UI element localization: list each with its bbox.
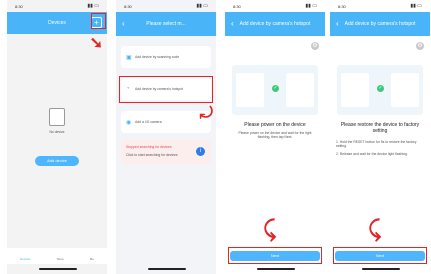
battery-icon: ▮▮ ▭ (410, 3, 422, 9)
device-left (236, 73, 264, 107)
home-indicator (257, 268, 295, 270)
empty-label: No device (49, 130, 65, 134)
header: ‹ Add device by camera's hotspot (225, 12, 325, 36)
instruction-line-2: 2. Release and wait for the device light… (336, 152, 408, 156)
arrow-down-icon: ⤹ (263, 216, 277, 241)
gear-icon[interactable]: ⚙ (311, 42, 319, 50)
info-icon: i (196, 147, 205, 156)
page-heading: Please restore the device to factory set… (340, 122, 420, 134)
illustration: ✓ (337, 65, 423, 115)
search-status-hint: Click to start searching for devices (126, 153, 178, 157)
search-status[interactable]: Stopped searching for devices Click to s… (121, 140, 211, 164)
empty-device-icon (49, 108, 65, 126)
page-title: Add device by camera's hotspot (239, 21, 311, 27)
option-4g[interactable]: ◉ Add a 4G camera (121, 111, 211, 133)
hotspot-highlight (119, 76, 213, 103)
illustration: ✓ (232, 65, 318, 115)
back-icon[interactable]: ‹ (231, 12, 234, 36)
status-time: 8:30 (233, 4, 241, 9)
search-status-title: Stopped searching for devices (126, 145, 172, 149)
tab-store[interactable]: Store (57, 248, 64, 264)
option-label: Add device by scanning code (135, 55, 180, 59)
page-title: Please select m... (146, 21, 186, 27)
phone-factory-reset: 8:30 ▮▮ ▭ ‹ Add device by camera's hotspo… (330, 0, 430, 274)
instruction-line-1: 1. Hold the RESET button for 5s to resto… (336, 140, 417, 148)
back-icon[interactable]: ‹ (122, 12, 125, 36)
battery-icon: ▮▮ ▭ (196, 3, 208, 9)
plus-highlight (91, 13, 106, 29)
qr-icon: ▣ (126, 55, 132, 61)
check-icon: ✓ (377, 85, 384, 92)
page-title: Devices (48, 20, 66, 26)
status-time: 8:30 (124, 4, 132, 9)
gear-icon[interactable]: ⚙ (416, 42, 424, 50)
device-left (341, 73, 369, 107)
add-device-button[interactable]: Add device (35, 156, 79, 166)
home-indicator (362, 268, 400, 270)
home-indicator (148, 268, 186, 270)
phone-power-on: 8:30 ▮▮ ▭ ‹ Add device by camera's hotspo… (225, 0, 325, 274)
header: ‹ Please select m... (116, 12, 216, 36)
status-time: 8:30 (15, 4, 23, 9)
tab-devices[interactable]: Devices (20, 248, 31, 264)
status-time: 8:30 (338, 4, 346, 9)
home-indicator (39, 268, 77, 270)
instruction-text: Please power on the device and wait for … (238, 131, 312, 139)
phone-devices: 8:30 ▮▮ ▭ Devices + ➘ No device Add devic… (7, 0, 107, 274)
battery-icon: ▮▮ ▭ (305, 3, 317, 9)
phone-select-method: 8:30 ▮▮ ▭ ‹ Please select m... ▣ Add devi… (116, 0, 216, 274)
camera-icon: ◉ (126, 120, 132, 126)
check-icon: ✓ (272, 85, 279, 92)
option-scan-code[interactable]: ▣ Add device by scanning code (121, 46, 211, 68)
device-right (391, 73, 419, 107)
arrow-down-icon: ➘ (89, 35, 103, 52)
next-highlight (228, 247, 322, 264)
arrow-down-icon: ⤹ (368, 216, 382, 241)
next-highlight (333, 247, 427, 264)
back-icon[interactable]: ‹ (336, 12, 339, 36)
page-title: Add device by camera's hotspot (344, 21, 416, 27)
tab-me[interactable]: Me (90, 248, 94, 264)
page-heading: Please power on the device (244, 122, 306, 128)
device-right (286, 73, 314, 107)
tab-bar: Devices Store Me (7, 248, 107, 264)
header: ‹ Add device by camera's hotspot (330, 12, 430, 36)
option-label: Add a 4G camera (135, 120, 162, 124)
battery-icon: ▮▮ ▭ (87, 3, 99, 9)
arrow-left-icon: ⤾ (199, 105, 213, 122)
